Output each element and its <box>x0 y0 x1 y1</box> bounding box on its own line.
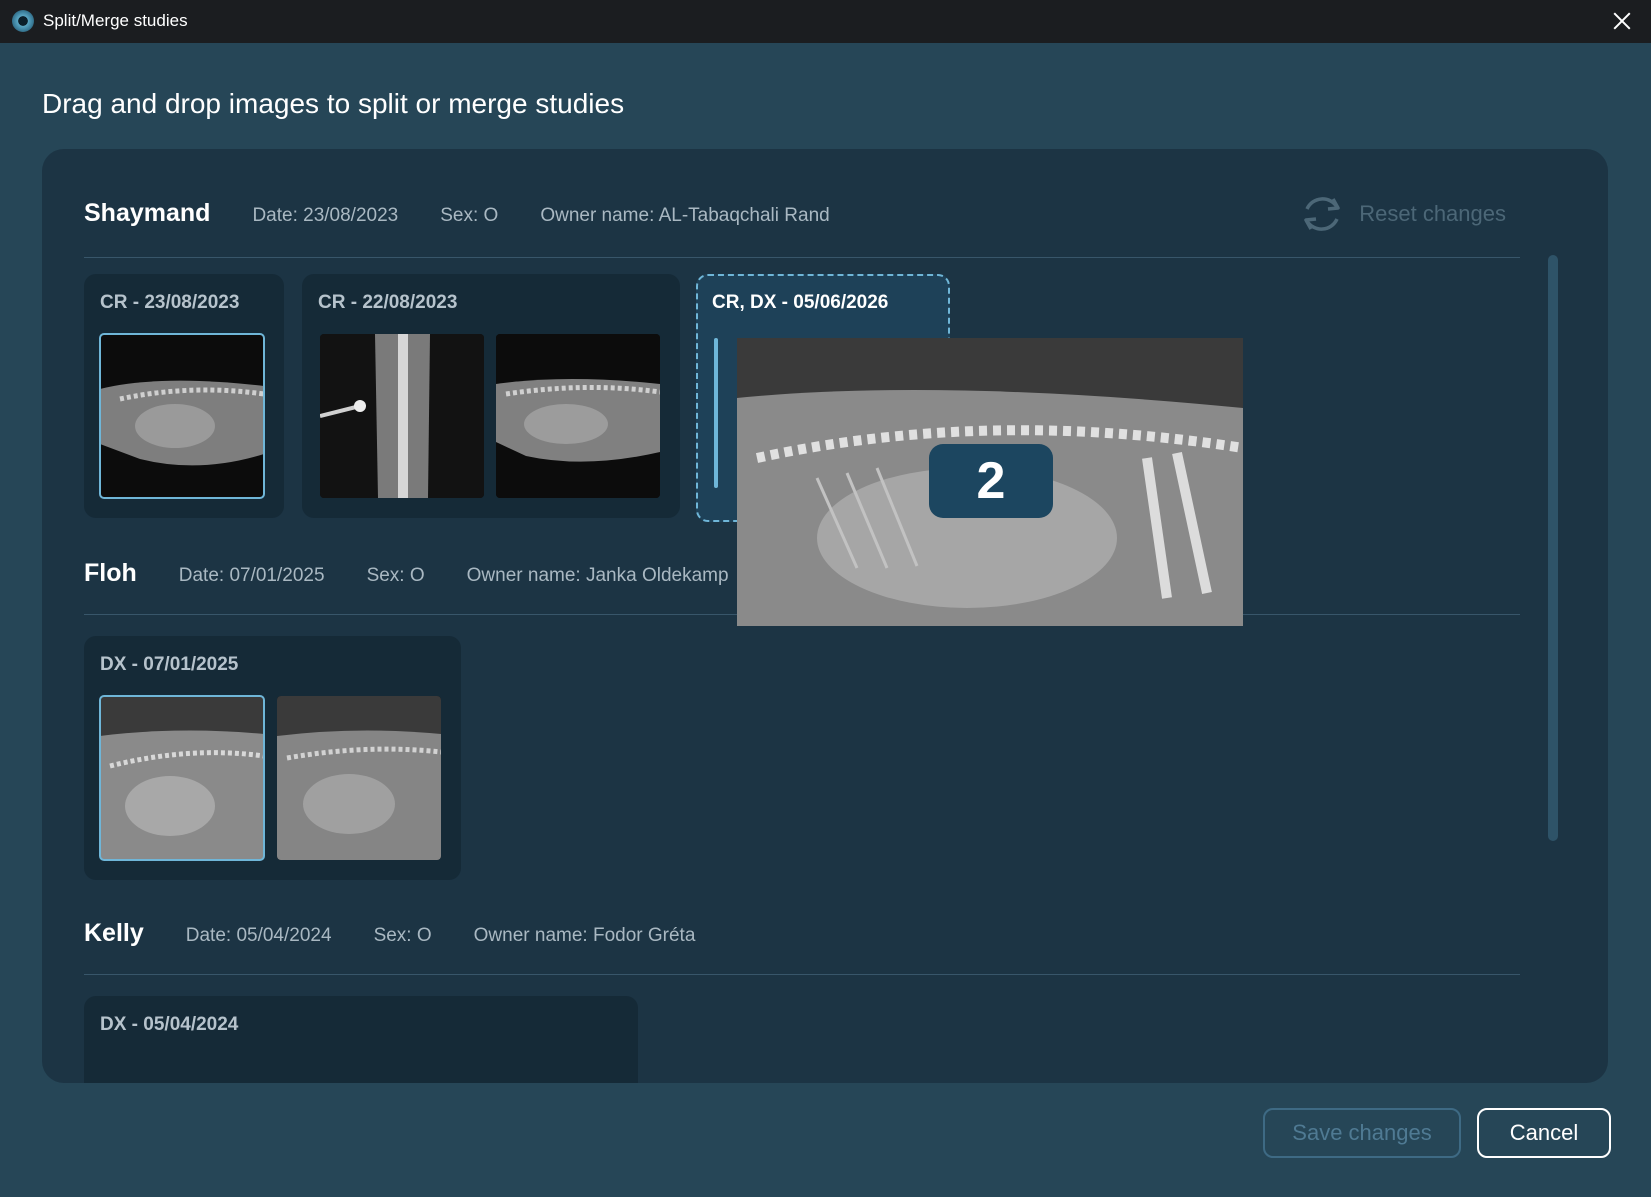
scrollbar[interactable] <box>1548 255 1558 841</box>
reset-changes-label: Reset changes <box>1359 201 1506 226</box>
app-logo-icon <box>12 10 34 32</box>
drop-target-title: CR, DX - 05/06/2026 <box>712 292 889 313</box>
patient-owner: Owner name: Janka Oldekamp <box>466 565 729 586</box>
xray-thumbnail[interactable] <box>99 333 265 499</box>
study-title: DX - 05/04/2024 <box>100 1014 239 1035</box>
drag-count-badge: 2 <box>929 444 1053 518</box>
patient-name: Shaymand <box>84 199 211 227</box>
page-heading: Drag and drop images to split or merge s… <box>42 88 625 119</box>
window-title: Split/Merge studies <box>43 11 188 30</box>
study-title: DX - 07/01/2025 <box>100 654 239 675</box>
xray-thumbnail[interactable] <box>277 696 441 860</box>
patient-header-floh: Floh Date: 07/01/2025 Sex: O Owner name:… <box>84 559 771 588</box>
drop-indicator <box>714 338 718 488</box>
divider <box>84 974 1520 975</box>
patient-date: Date: 07/01/2025 <box>178 565 325 586</box>
save-changes-button[interactable]: Save changes <box>1263 1108 1461 1158</box>
xray-thumbnail[interactable] <box>320 334 484 498</box>
patient-header-shaymand: Shaymand Date: 23/08/2023 Sex: O Owner n… <box>84 199 872 228</box>
xray-thumbnail[interactable] <box>496 334 660 498</box>
patient-sex: Sex: O <box>440 205 499 226</box>
patient-date: Date: 23/08/2023 <box>252 205 399 226</box>
patient-header-kelly: Kelly Date: 05/04/2024 Sex: O Owner name… <box>84 919 737 948</box>
patient-name: Floh <box>84 559 137 587</box>
reset-changes-button[interactable]: Reset changes <box>1297 189 1506 239</box>
drag-preview-image[interactable]: 2 <box>737 338 1243 626</box>
study-title: CR - 22/08/2023 <box>318 292 458 313</box>
study-card[interactable]: DX - 07/01/2025 <box>84 636 461 880</box>
divider <box>84 257 1520 258</box>
xray-thumbnail[interactable] <box>99 695 265 861</box>
patient-name: Kelly <box>84 919 144 947</box>
patient-owner: Owner name: AL-Tabaqchali Rand <box>540 205 830 226</box>
patient-date: Date: 05/04/2024 <box>185 925 332 946</box>
refresh-icon <box>1304 197 1340 231</box>
patient-sex: Sex: O <box>373 925 432 946</box>
study-title: CR - 23/08/2023 <box>100 292 240 313</box>
close-icon[interactable] <box>1609 8 1635 34</box>
study-card[interactable]: CR - 23/08/2023 <box>84 274 284 518</box>
patient-owner: Owner name: Fodor Gréta <box>473 925 696 946</box>
study-card[interactable]: CR - 22/08/2023 <box>302 274 680 518</box>
patient-sex: Sex: O <box>366 565 425 586</box>
study-card[interactable]: DX - 05/04/2024 <box>84 996 638 1083</box>
title-bar: Split/Merge studies <box>0 0 1651 43</box>
cancel-button[interactable]: Cancel <box>1477 1108 1611 1158</box>
